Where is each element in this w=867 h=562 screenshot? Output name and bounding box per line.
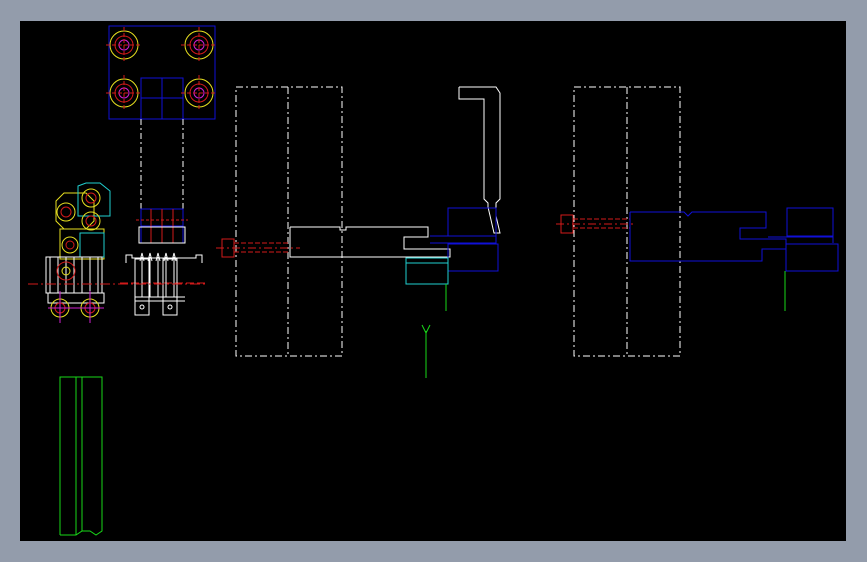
green-slot-part xyxy=(59,376,103,536)
top-plate-view xyxy=(106,25,217,120)
window-frame xyxy=(0,0,867,562)
mid-green-marks xyxy=(421,284,447,378)
plate-projection-lines xyxy=(140,119,184,209)
mid-blue-blocks xyxy=(430,207,499,272)
mid-slide-body xyxy=(289,86,501,258)
right-bolt xyxy=(556,214,636,234)
cad-drawing-svg xyxy=(28,25,839,536)
mid-cyan-block xyxy=(405,257,449,285)
right-slide-body xyxy=(629,207,839,272)
cad-drawing-canvas[interactable] xyxy=(20,21,846,541)
bolt-hole-br xyxy=(181,75,217,111)
bolt-hole-tl xyxy=(106,27,142,63)
bolt-hole-bl xyxy=(106,75,142,111)
bolt-hole-tr xyxy=(181,27,217,63)
left-part-cluster xyxy=(28,182,206,323)
right-dashdot-frame xyxy=(573,86,681,357)
mid-bolt xyxy=(216,238,300,258)
mid-dashdot-frame xyxy=(235,86,343,357)
pin-block xyxy=(136,208,188,244)
